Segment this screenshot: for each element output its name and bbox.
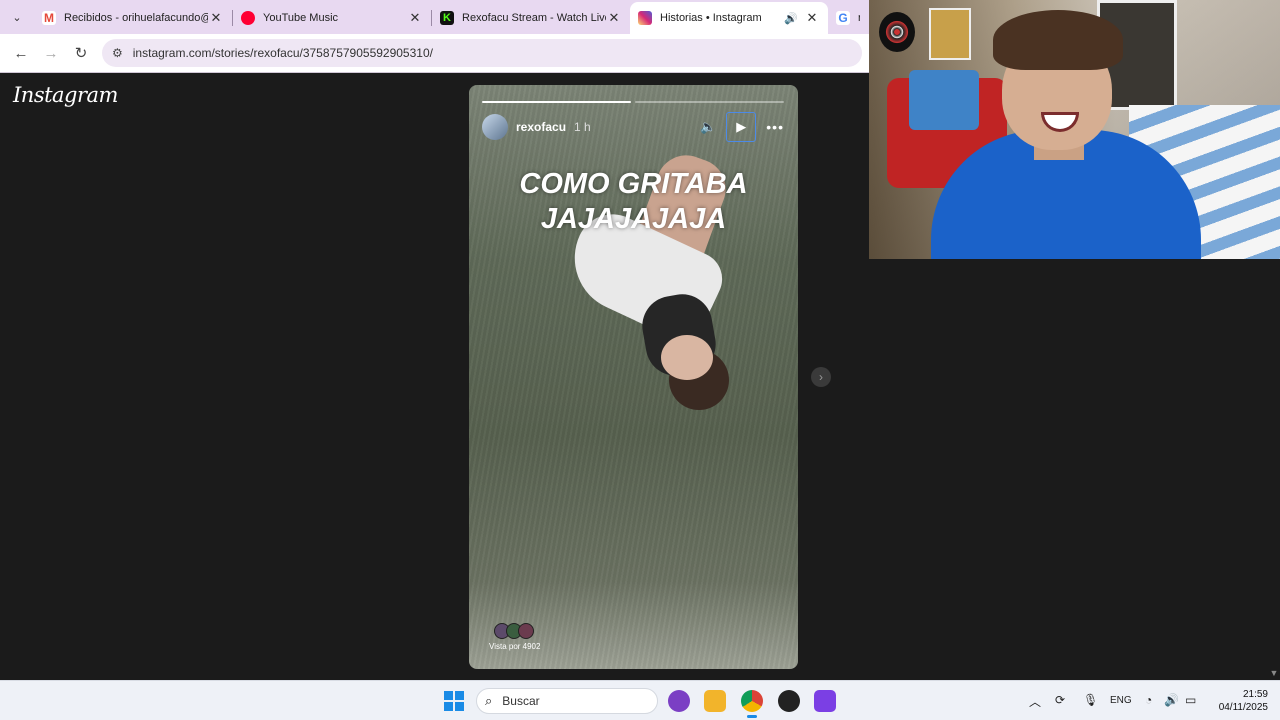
tab-youtube-music[interactable]: YouTube Music ✕ <box>233 2 431 34</box>
purple-app-icon[interactable] <box>814 690 836 712</box>
speaker-icon[interactable]: 🔊 <box>1164 693 1179 707</box>
forward-arrow-icon[interactable]: → <box>36 38 66 68</box>
search-placeholder: Buscar <box>502 694 540 708</box>
play-icon[interactable]: ▶ <box>726 112 757 142</box>
views-count: Vista por 4902 <box>489 642 541 651</box>
story-viewer[interactable]: rexofacu 1 h 🔈 ▶ ••• COMO GRITABA JAJAJA… <box>469 85 798 669</box>
tab-gmail[interactable]: M Recibidos - orihuelafacundo@g ✕ <box>34 2 232 34</box>
progress-segment <box>635 101 784 103</box>
tab-title: Recibidos - orihuelafacundo@g <box>64 12 208 24</box>
wifi-icon[interactable]: ◔ <box>1145 693 1152 707</box>
story-progress-bar <box>482 101 784 103</box>
webcam-overlay <box>869 0 1280 259</box>
story-username[interactable]: rexofacu <box>516 120 566 134</box>
file-explorer-icon[interactable] <box>704 690 726 712</box>
progress-fill <box>482 101 631 103</box>
sync-icon[interactable]: ⟳ <box>1055 693 1065 707</box>
back-arrow-icon[interactable]: ← <box>6 38 36 68</box>
tab-title: rata <box>858 12 860 24</box>
clock-time: 21:59 <box>1242 689 1268 700</box>
tab-instagram[interactable]: Historias • Instagram 🔊 ✕ <box>630 2 828 34</box>
windows-taskbar: ⌕ Buscar ︿ ⟳ 🎙 ENG ◔ 🔊 ▭ 21:59 04/11/202… <box>0 680 1280 720</box>
avatar <box>518 623 534 639</box>
dartboard-image <box>879 12 915 52</box>
close-icon[interactable]: ✕ <box>804 10 820 26</box>
tab-title: Rexofacu Stream - Watch Live o <box>462 12 606 24</box>
language-indicator[interactable]: ENG <box>1110 695 1132 706</box>
address-bar[interactable]: ⚙ instagram.com/stories/rexofacu/3758757… <box>102 39 862 67</box>
close-icon[interactable]: ✕ <box>606 10 622 26</box>
gmail-icon: M <box>42 11 56 25</box>
tab-title: Historias • Instagram <box>660 12 762 24</box>
close-icon[interactable]: ✕ <box>407 10 423 26</box>
clock-date: 04/11/2025 <box>1218 702 1268 713</box>
search-icon: ⌕ <box>485 693 493 708</box>
microphone-icon[interactable]: 🎙 <box>1083 693 1098 707</box>
chevron-up-icon[interactable]: ︿ <box>1029 693 1041 710</box>
progress-segment <box>482 101 631 103</box>
story-header: rexofacu 1 h 🔈 ▶ ••• <box>482 112 784 142</box>
speaker-icon[interactable]: 🔊 <box>784 12 798 25</box>
youtube-music-icon <box>241 11 255 25</box>
instagram-icon <box>638 11 652 25</box>
tab-strip: ⌄ M Recibidos - orihuelafacundo@g ✕ YouT… <box>0 0 869 34</box>
battery-icon[interactable]: ▭ <box>1185 693 1196 707</box>
browser-toolbar: ← → ↻ ⚙ instagram.com/stories/rexofacu/3… <box>0 34 869 72</box>
chrome-icon[interactable] <box>741 690 763 718</box>
avatar[interactable] <box>482 114 508 140</box>
story-viewers[interactable]: Vista por 4902 <box>489 623 540 651</box>
story-timestamp: 1 h <box>574 120 591 134</box>
reload-icon[interactable]: ↻ <box>66 38 96 68</box>
tab-title: YouTube Music <box>263 12 339 24</box>
site-settings-icon[interactable]: ⚙ <box>112 46 123 60</box>
url-text[interactable]: instagram.com/stories/rexofacu/375875790… <box>133 46 433 60</box>
video-figure-face <box>661 335 713 380</box>
caption-line: COMO GRITABA <box>519 168 748 200</box>
taskbar-search-input[interactable]: ⌕ Buscar <box>476 688 658 714</box>
google-icon: G <box>836 11 850 25</box>
taskbar-clock[interactable]: 21:59 04/11/2025 <box>1208 688 1268 714</box>
caption-line: JAJAJAJAJA <box>540 203 727 235</box>
scroll-down-arrow-icon[interactable]: ▼ <box>1268 668 1280 680</box>
tab-google[interactable]: G rata <box>828 2 868 34</box>
obs-icon[interactable] <box>778 690 800 712</box>
story-caption: COMO GRITABA JAJAJAJAJA <box>469 167 798 237</box>
volume-icon[interactable]: 🔈 <box>700 119 716 135</box>
story-controls: 🔈 ▶ ••• <box>700 112 784 142</box>
poster-image <box>929 8 971 60</box>
viewer-avatars <box>494 623 540 639</box>
jersey-image <box>909 70 979 130</box>
podcast-app-icon[interactable] <box>668 690 690 712</box>
tab-search-button[interactable]: ⌄ <box>0 0 34 34</box>
windows-start-icon[interactable] <box>444 691 464 711</box>
more-options-icon[interactable]: ••• <box>766 119 784 135</box>
kick-icon: K <box>440 11 454 25</box>
streamer-hair <box>993 10 1123 70</box>
next-story-chevron-icon[interactable]: › <box>811 367 831 387</box>
close-icon[interactable]: ✕ <box>208 10 224 26</box>
tab-kick[interactable]: K Rexofacu Stream - Watch Live o ✕ <box>432 2 630 34</box>
instagram-logo[interactable]: Instagram <box>13 83 118 107</box>
